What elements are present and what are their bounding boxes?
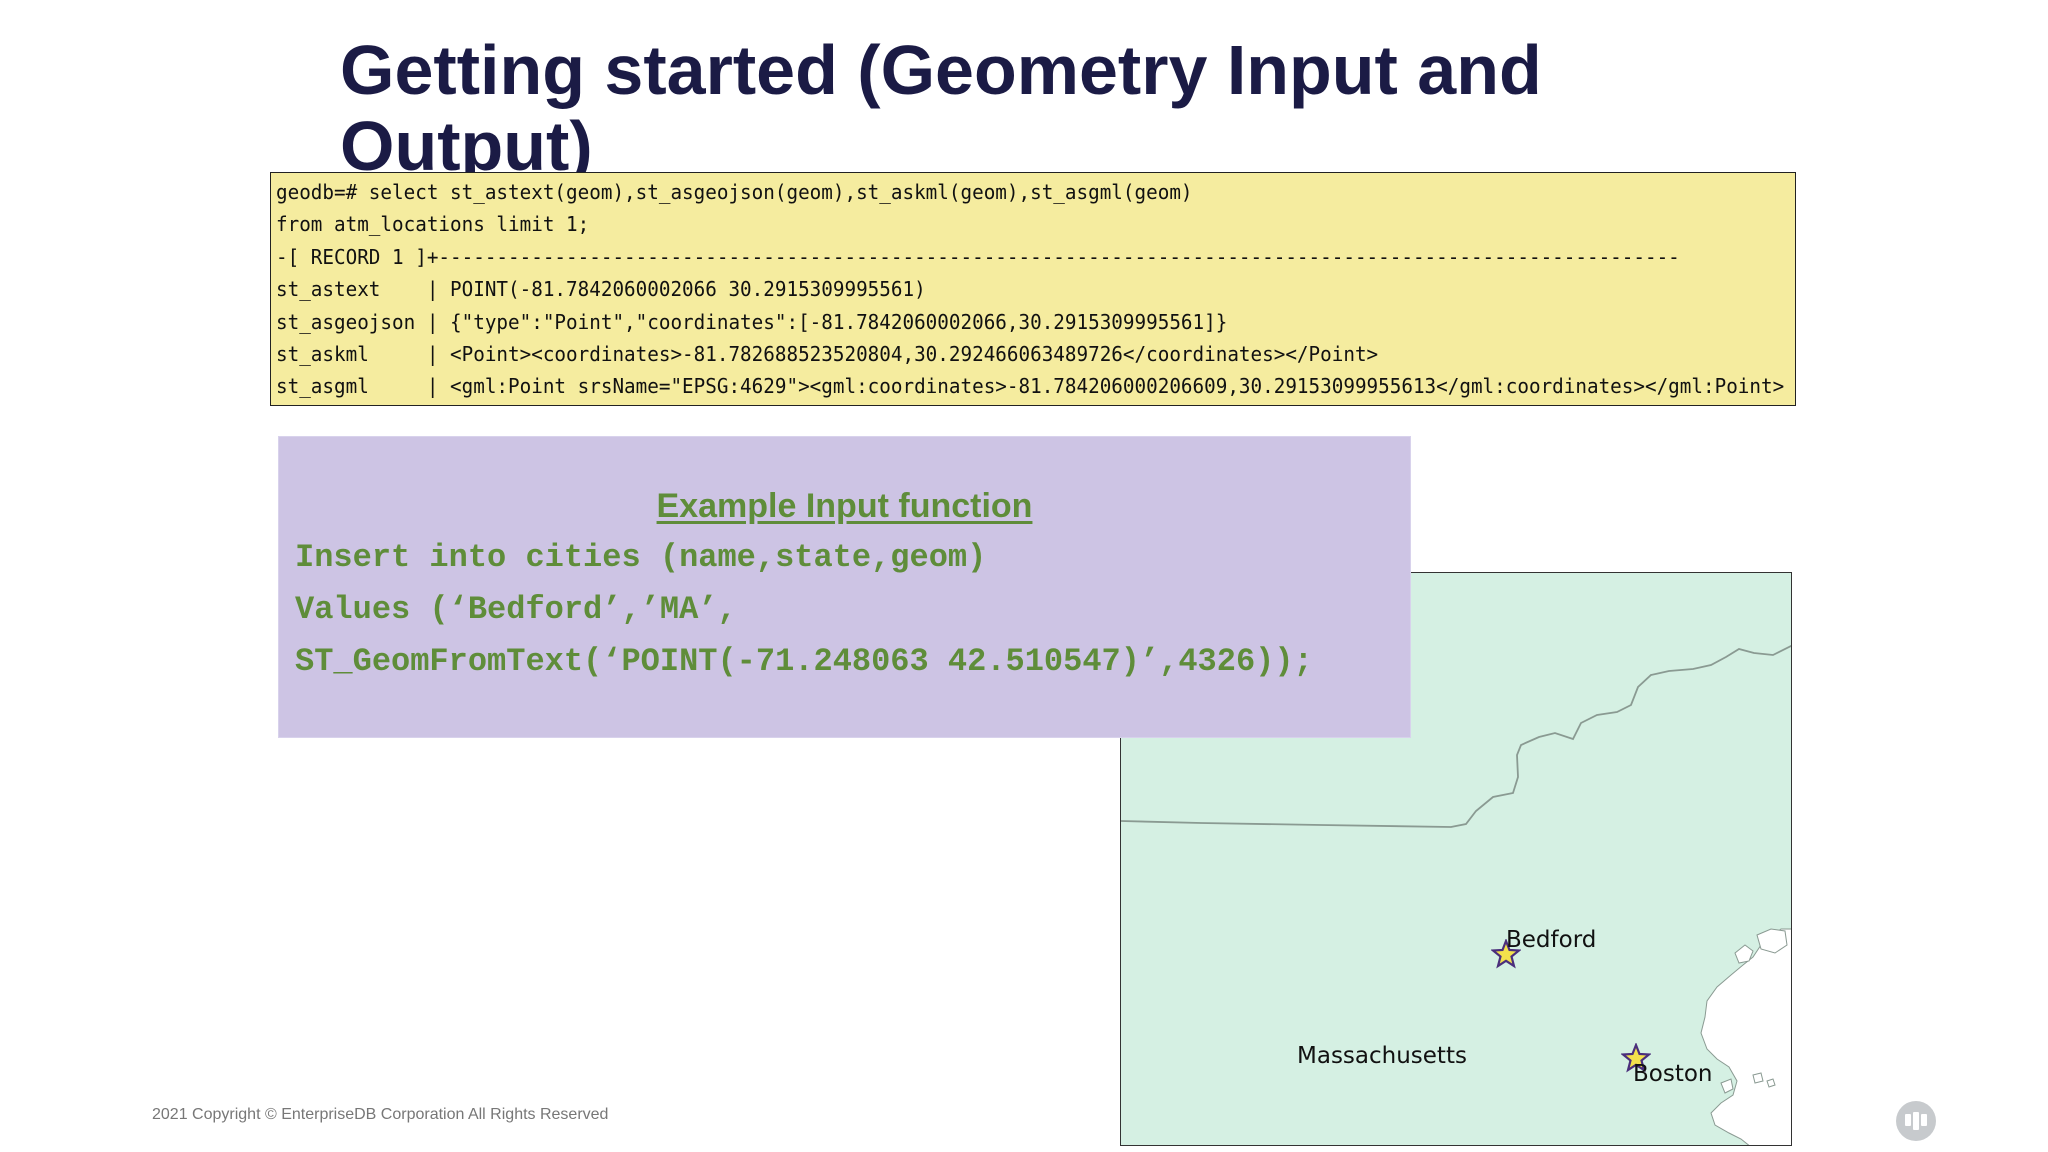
query-output-line: st_astext | POINT(-81.7842060002066 30.2…: [276, 277, 926, 302]
query-output-line: geodb=# select st_astext(geom),st_asgeoj…: [276, 180, 1193, 204]
edb-logo-icon: [1896, 1101, 1936, 1141]
coastal-island: [1766, 1078, 1776, 1088]
query-output-line: st_askml | <Point><coordinates>-81.78268…: [276, 342, 1379, 367]
query-output-line: st_asgml | <gml:Point srsName="EPSG:4629…: [276, 374, 1785, 399]
query-output-line: -[ RECORD 1 ]+--------------------------…: [276, 244, 1680, 269]
example-input-line: ST_GeomFromText(‘POINT(-71.248063 42.510…: [295, 643, 1313, 680]
coastal-island: [1752, 1072, 1764, 1084]
query-output-box: geodb=# select st_astext(geom),st_asgeoj…: [270, 172, 1796, 406]
query-output-line: from atm_locations limit 1;: [276, 212, 590, 237]
slide-title: Getting started (Geometry Input and Outp…: [340, 31, 1542, 185]
coastal-island: [1720, 1078, 1734, 1094]
example-input-line: Insert into cities (name,state,geom): [295, 539, 987, 576]
state-label: Massachusetts: [1297, 1043, 1467, 1069]
example-input-line: Values (‘Bedford’,’MA’,: [295, 591, 737, 628]
example-input-box: Example Input function Insert into citie…: [278, 436, 1411, 738]
query-output-line: st_asgeojson | {"type":"Point","coordina…: [276, 309, 1228, 334]
footer-copyright: 2021 Copyright © EnterpriseDB Corporatio…: [152, 1106, 609, 1123]
example-input-title: Example Input function: [656, 487, 1033, 525]
boston-label: Boston: [1633, 1061, 1713, 1087]
bedford-label: Bedford: [1506, 927, 1597, 953]
